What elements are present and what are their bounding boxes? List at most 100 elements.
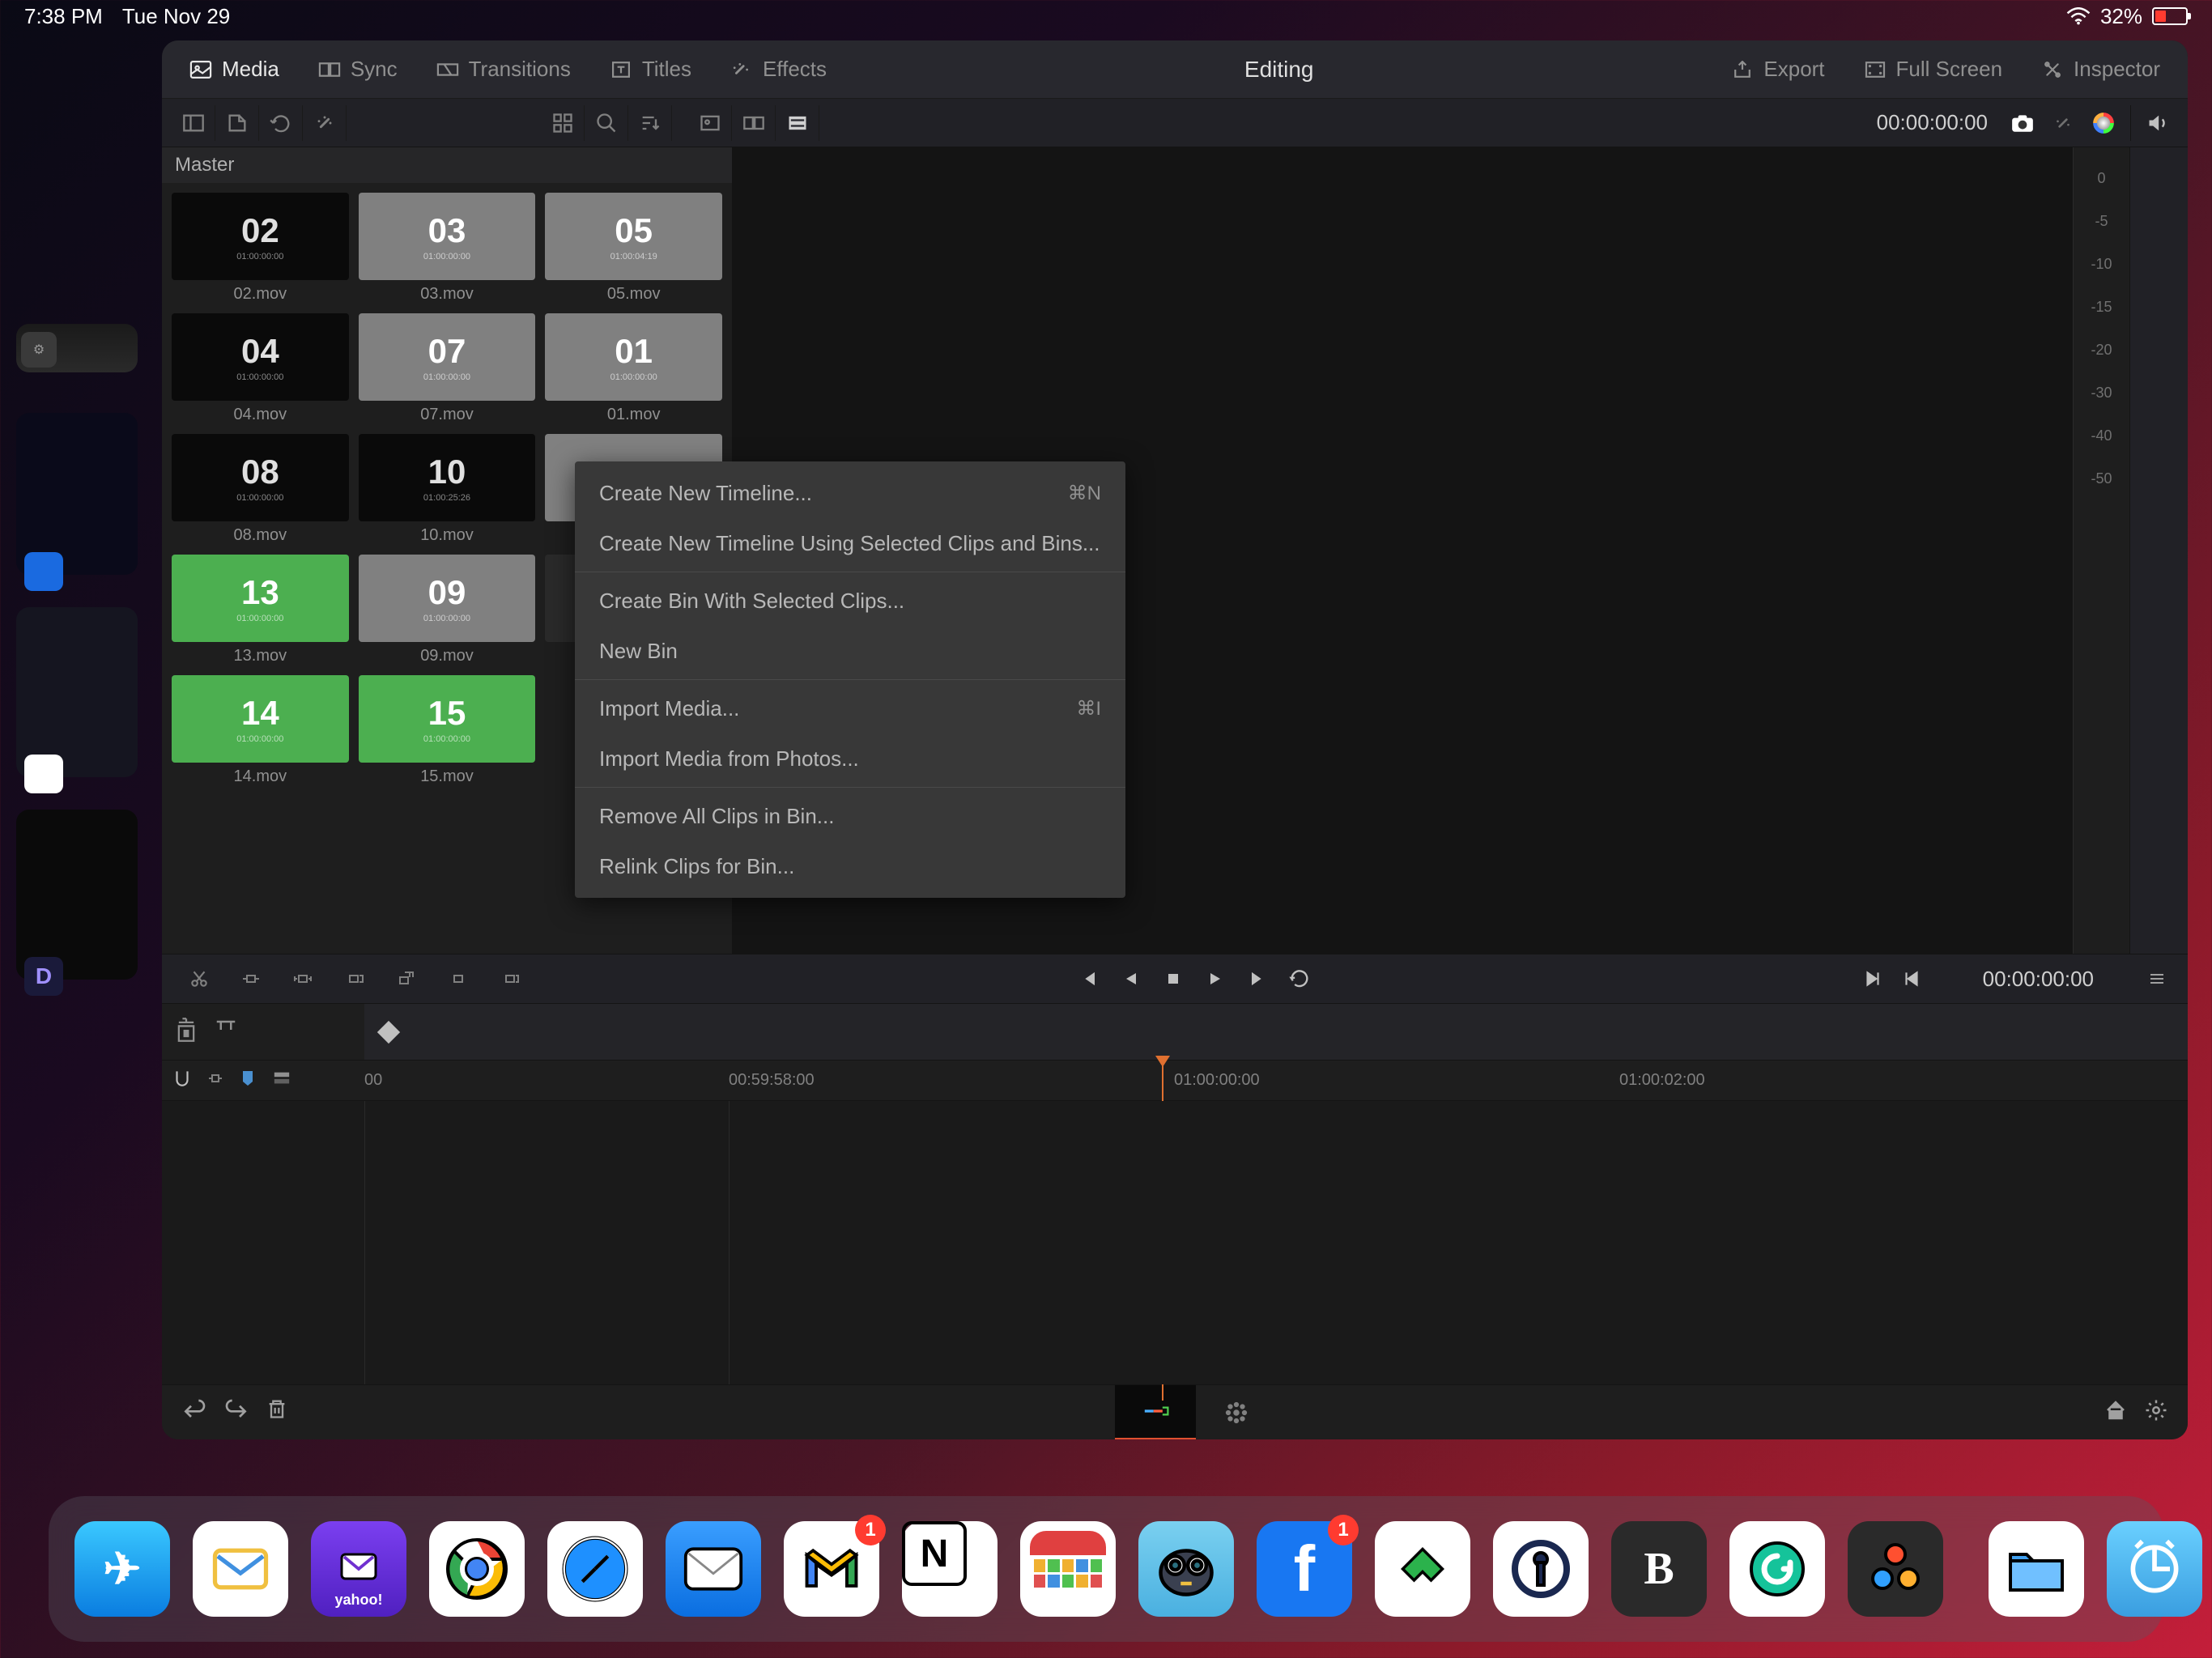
effects-btn[interactable] [303, 105, 347, 141]
undo-btn[interactable] [181, 1397, 207, 1427]
ruler-track[interactable] [364, 1004, 2188, 1060]
dock-chrome[interactable] [429, 1521, 525, 1617]
reverse-btn[interactable] [1113, 961, 1149, 997]
dock-grammarly[interactable] [1729, 1521, 1825, 1617]
trash-btn[interactable] [266, 1397, 288, 1427]
clip-thumb[interactable]: 0301:00:00:00 [359, 193, 536, 280]
redo-btn[interactable] [223, 1397, 249, 1427]
home-btn[interactable] [2104, 1398, 2128, 1426]
insert3-btn[interactable] [330, 961, 379, 997]
tab-inspector[interactable]: Inspector [2030, 57, 2172, 82]
view3-btn[interactable] [776, 105, 819, 141]
loop-btn[interactable] [1282, 961, 1317, 997]
tab-titles[interactable]: Titles [598, 57, 703, 82]
clip-thumb[interactable]: 0101:00:00:00 [545, 313, 722, 401]
view2-btn[interactable] [732, 105, 776, 141]
mark-in-btn[interactable] [1855, 961, 1891, 997]
clip-item[interactable]: 0701:00:00:0007.mov [359, 313, 536, 424]
dock-mail[interactable] [193, 1521, 288, 1617]
clip-thumb[interactable]: 0401:00:00:00 [172, 313, 349, 401]
clip-thumb[interactable]: 0701:00:00:00 [359, 313, 536, 401]
lock-btn[interactable] [175, 1017, 198, 1047]
menu-create-timeline-selected[interactable]: Create New Timeline Using Selected Clips… [575, 518, 1125, 568]
import-btn[interactable] [215, 105, 259, 141]
clip-item[interactable]: 1401:00:00:0014.mov [172, 675, 349, 786]
timeline-tracks[interactable] [162, 1101, 2188, 1384]
timeline-ruler[interactable]: 00 00:59:58:00 01:00:00:00 01:00:02:00 [364, 1061, 2188, 1100]
switcher-settings[interactable]: ⚙ [16, 324, 138, 372]
clip-thumb[interactable]: 0201:00:00:00 [172, 193, 349, 280]
dock-feedly[interactable] [1375, 1521, 1470, 1617]
stop-btn[interactable] [1155, 961, 1191, 997]
clip-thumb[interactable]: 0801:00:00:00 [172, 434, 349, 521]
mark-out-btn[interactable] [1894, 961, 1929, 997]
menu-create-bin-selected[interactable]: Create Bin With Selected Clips... [575, 576, 1125, 626]
camera-btn[interactable] [2002, 105, 2043, 141]
tab-media[interactable]: Media [178, 57, 291, 82]
clip-item[interactable]: 0201:00:00:0002.mov [172, 193, 349, 304]
grid-view-btn[interactable] [541, 105, 585, 141]
page-cut[interactable] [1115, 1385, 1196, 1440]
next-btn[interactable] [1240, 961, 1275, 997]
snap-btn[interactable] [172, 1068, 193, 1093]
dock-davinci[interactable] [1848, 1521, 1943, 1617]
menu-import-media[interactable]: Import Media... ⌘I [575, 683, 1125, 733]
switcher-resolve[interactable]: D [16, 810, 138, 980]
menu-create-timeline[interactable]: Create New Timeline... ⌘N [575, 468, 1125, 518]
tab-export[interactable]: Export [1720, 57, 1836, 82]
clip-item[interactable]: 1301:00:00:0013.mov [172, 555, 349, 665]
dock-notion[interactable]: N [902, 1521, 998, 1617]
settings-btn[interactable] [2144, 1398, 2168, 1426]
prev-btn[interactable] [1071, 961, 1107, 997]
tab-effects[interactable]: Effects [719, 57, 838, 82]
play-btn[interactable] [1197, 961, 1233, 997]
sidebar-toggle-btn[interactable] [172, 105, 215, 141]
clip-thumb[interactable]: 1501:00:00:00 [359, 675, 536, 763]
menu-remove-clips[interactable]: Remove All Clips in Bin... [575, 791, 1125, 841]
insert5-btn[interactable] [434, 961, 483, 997]
fx-btn[interactable] [2043, 105, 2083, 141]
switcher-files[interactable] [16, 607, 138, 777]
clip-thumb[interactable]: 0501:00:04:19 [545, 193, 722, 280]
view1-btn[interactable] [688, 105, 732, 141]
tab-fullscreen[interactable]: Full Screen [1853, 57, 2014, 82]
menu-new-bin[interactable]: New Bin [575, 626, 1125, 676]
dock-bear[interactable]: B [1611, 1521, 1707, 1617]
flag-btn[interactable] [206, 1069, 225, 1092]
clip-item[interactable]: 1501:00:00:0015.mov [359, 675, 536, 786]
clip-item[interactable]: 0301:00:00:0003.mov [359, 193, 536, 304]
switcher-app1[interactable] [16, 413, 138, 575]
insert2-btn[interactable] [279, 961, 327, 997]
dock-applemail[interactable] [666, 1521, 761, 1617]
clip-item[interactable]: 1001:00:25:2610.mov [359, 434, 536, 545]
insert4-btn[interactable] [382, 961, 431, 997]
breadcrumb[interactable]: Master [162, 147, 732, 183]
clip-item[interactable]: 0901:00:00:0009.mov [359, 555, 536, 665]
dock-yahoo[interactable]: yahoo! [311, 1521, 406, 1617]
color-wheel-btn[interactable] [2083, 105, 2124, 141]
dock-spark[interactable]: ✈ [74, 1521, 170, 1617]
sort-btn[interactable] [628, 105, 672, 141]
clip-thumb[interactable]: 1401:00:00:00 [172, 675, 349, 763]
cut-btn[interactable] [175, 961, 223, 997]
tab-sync[interactable]: Sync [307, 57, 409, 82]
clip-thumb[interactable]: 1001:00:25:26 [359, 434, 536, 521]
clip-item[interactable]: 0401:00:00:0004.mov [172, 313, 349, 424]
dock-gmail[interactable]: 1 [784, 1521, 879, 1617]
clip-item[interactable]: 0501:00:04:1905.mov [545, 193, 722, 304]
track-view-btn[interactable] [270, 1069, 293, 1091]
clip-thumb[interactable]: 1301:00:00:00 [172, 555, 349, 642]
dock-files[interactable] [1989, 1521, 2084, 1617]
dock-tweetbot[interactable] [1138, 1521, 1234, 1617]
marker-btn[interactable] [214, 1018, 238, 1046]
search-btn[interactable] [585, 105, 628, 141]
page-edit[interactable] [1196, 1385, 1277, 1440]
menu-import-photos[interactable]: Import Media from Photos... [575, 733, 1125, 784]
refresh-btn[interactable] [259, 105, 303, 141]
dock-1password[interactable] [1493, 1521, 1589, 1617]
dock-safari[interactable] [547, 1521, 643, 1617]
menu-relink[interactable]: Relink Clips for Bin... [575, 841, 1125, 891]
menu-btn[interactable] [2139, 961, 2175, 997]
clip-item[interactable]: 0801:00:00:0008.mov [172, 434, 349, 545]
clip-thumb[interactable]: 0901:00:00:00 [359, 555, 536, 642]
